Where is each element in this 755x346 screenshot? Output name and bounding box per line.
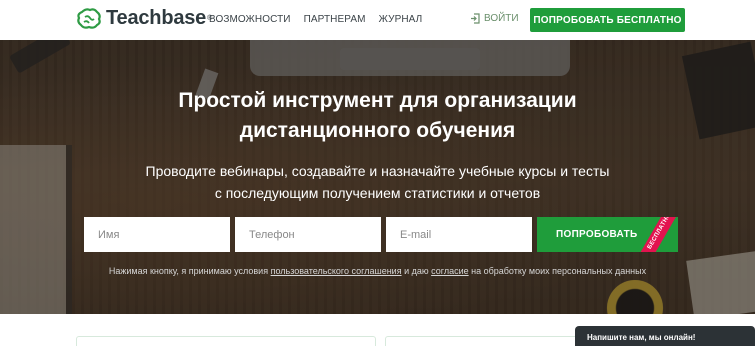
logo-text: Teachbase — [106, 7, 207, 29]
user-agreement-link[interactable]: пользовательского соглашения — [271, 266, 402, 276]
email-input[interactable] — [386, 217, 532, 252]
brain-logo-icon — [77, 7, 101, 29]
hero-title-light: Простой инструмент — [178, 89, 400, 112]
consent-suffix: на обработку моих персональных данных — [468, 266, 647, 276]
consent-link[interactable]: согласие — [431, 266, 468, 276]
nav-features[interactable]: ВОЗМОЖНОСТИ — [209, 14, 291, 25]
consent-prefix: Нажимая кнопку, я принимаю условия — [108, 266, 271, 276]
consent-middle: и даю — [401, 266, 432, 276]
hero-title-bold-2: дистанционного обучения — [239, 119, 516, 142]
hero-section: Простой инструмент для организации диста… — [0, 40, 755, 314]
logo[interactable]: Teachbase ® — [77, 7, 212, 30]
login-arrow-icon — [471, 13, 480, 24]
try-free-button[interactable]: ПОПРОБОВАТЬ БЕСПЛАТНО — [530, 8, 685, 32]
signup-form: ПОПРОБОВАТЬ БЕСПЛАТНО — [84, 217, 678, 252]
consent-text: Нажимая кнопку, я принимаю условия польз… — [0, 266, 755, 276]
hero-title: Простой инструмент для организации диста… — [0, 86, 755, 146]
chat-widget[interactable]: Напишите нам, мы онлайн! — [575, 326, 755, 346]
hero-subtitle-line-1: Проводите вебинары, создавайте и назнача… — [145, 163, 610, 179]
hero-title-bold-1: для организации — [399, 89, 577, 112]
main-nav: ВОЗМОЖНОСТИ ПАРТНЕРАМ ЖУРНАЛ — [209, 14, 422, 25]
phone-input[interactable] — [235, 217, 381, 252]
nav-partners[interactable]: ПАРТНЕРАМ — [304, 14, 366, 25]
name-input[interactable] — [84, 217, 230, 252]
submit-label: ПОПРОБОВАТЬ — [556, 229, 638, 240]
hero-subtitle: Проводите вебинары, создавайте и назнача… — [0, 160, 755, 204]
submit-button[interactable]: ПОПРОБОВАТЬ БЕСПЛАТНО — [537, 217, 678, 252]
top-header: Teachbase ® ВОЗМОЖНОСТИ ПАРТНЕРАМ ЖУРНАЛ… — [0, 0, 755, 40]
free-ribbon: БЕСПЛАТНО — [639, 217, 678, 252]
login-link[interactable]: ВОЙТИ — [470, 13, 519, 24]
nav-journal[interactable]: ЖУРНАЛ — [379, 14, 423, 25]
hero-subtitle-line-2: с последующим получением статистики и от… — [214, 185, 541, 201]
feature-card — [76, 336, 376, 346]
login-label: ВОЙТИ — [484, 13, 519, 24]
